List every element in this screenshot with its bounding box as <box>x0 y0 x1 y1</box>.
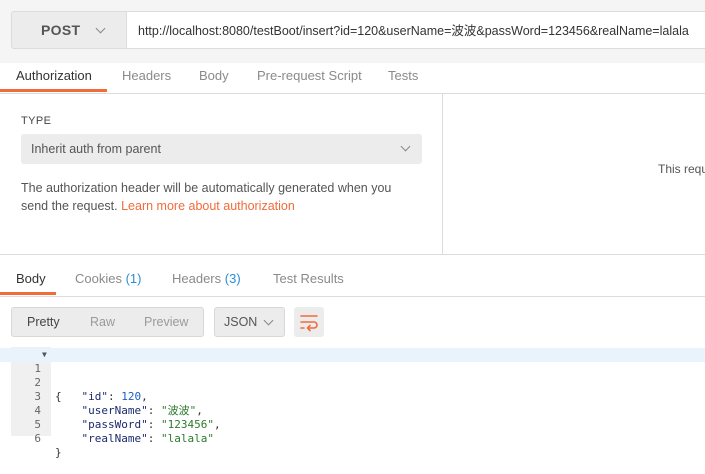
pretty-button[interactable]: Pretty <box>27 315 60 329</box>
line-number: 6 <box>34 432 41 445</box>
cookies-count-badge: (1) <box>125 271 142 286</box>
request-url-bar: POST http://localhost:8080/testBoot/inse… <box>0 0 705 63</box>
code-line: 3 "userName": "波波", <box>0 376 705 417</box>
raw-button[interactable]: Raw <box>90 315 115 329</box>
chevron-down-icon <box>263 315 274 326</box>
fold-arrow-icon[interactable]: ▼ <box>42 348 47 362</box>
auth-info-panel: This requ <box>442 94 705 254</box>
url-input[interactable]: http://localhost:8080/testBoot/insert?id… <box>127 11 705 49</box>
code-line: 1 ▼ { <box>0 348 705 403</box>
wrap-lines-icon <box>300 315 318 332</box>
chevron-down-icon <box>95 23 106 33</box>
code-line: 4 "passWord": "123456", <box>0 390 705 431</box>
preview-button[interactable]: Preview <box>144 315 188 329</box>
tab-tests[interactable]: Tests <box>388 68 418 83</box>
learn-more-link[interactable]: Learn more about authorization <box>121 199 295 213</box>
tab-body[interactable]: Body <box>199 68 229 83</box>
code-line: 2 "id": 120, <box>0 362 705 403</box>
active-tab-indicator <box>0 89 107 92</box>
auth-type-dropdown[interactable]: Inherit auth from parent <box>21 134 422 164</box>
tab-headers-label: Headers <box>172 271 222 286</box>
wrap-lines-button[interactable] <box>294 307 324 337</box>
tab-response-headers[interactable]: Headers (3) <box>172 271 241 286</box>
tab-cookies-label: Cookies <box>75 271 122 286</box>
code-line: 6 } <box>0 418 705 459</box>
tab-response-body[interactable]: Body <box>16 271 46 286</box>
auth-info-text: This requ <box>658 162 705 176</box>
auth-description: The authorization header will be automat… <box>21 179 421 215</box>
json-value: "lalala" <box>160 432 214 445</box>
view-mode-group: Pretty Raw Preview <box>11 307 204 337</box>
section-divider <box>0 254 705 255</box>
auth-type-label: TYPE <box>21 115 52 127</box>
code-text: "realName": "lalala" <box>81 432 214 445</box>
active-tab-indicator <box>0 292 56 295</box>
tab-pre-request-script[interactable]: Pre-request Script <box>257 68 362 83</box>
request-tabs: Authorization Headers Body Pre-request S… <box>0 63 705 94</box>
format-dropdown[interactable]: JSON <box>214 307 285 337</box>
code-text: } <box>55 446 62 459</box>
method-label: POST <box>41 22 81 38</box>
headers-count-badge: (3) <box>224 271 241 286</box>
tab-headers[interactable]: Headers <box>122 68 171 83</box>
chevron-down-icon <box>400 141 411 152</box>
auth-type-value: Inherit auth from parent <box>31 142 161 156</box>
tab-cookies[interactable]: Cookies (1) <box>75 271 141 286</box>
tab-authorization[interactable]: Authorization <box>16 68 92 83</box>
method-dropdown[interactable]: POST <box>11 11 127 49</box>
response-tabs: Body Cookies (1) Headers (3) Test Result… <box>0 266 705 297</box>
json-key: "realName" <box>81 432 148 445</box>
format-value: JSON <box>224 315 258 329</box>
code-line: 5 "realName": "lalala" <box>0 404 705 445</box>
tab-test-results[interactable]: Test Results <box>273 271 344 286</box>
response-code-viewer[interactable]: 1 ▼ { 2 "id": 120, 3 "userName": "波波", 4… <box>0 347 705 459</box>
